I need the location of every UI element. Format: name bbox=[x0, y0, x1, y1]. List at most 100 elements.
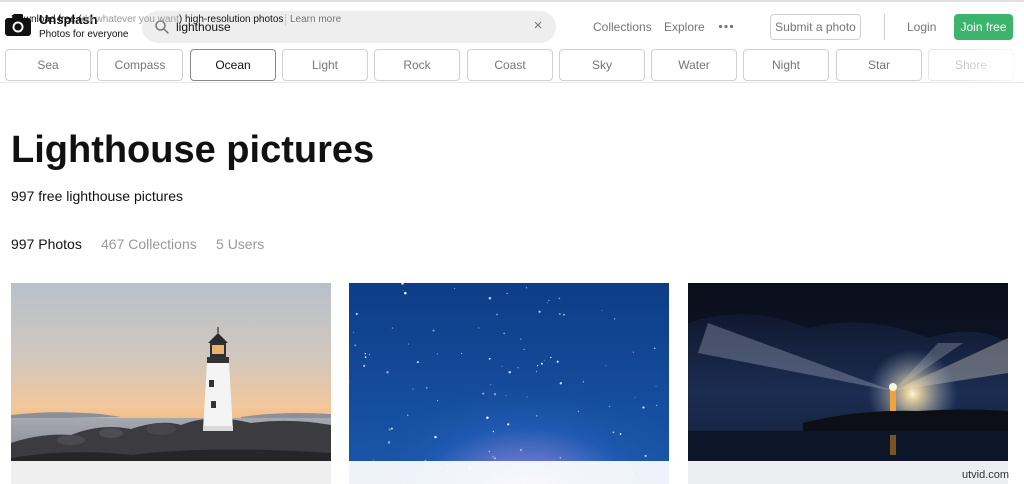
star-dot bbox=[563, 313, 565, 316]
tab-photos-count: 997 bbox=[11, 236, 35, 252]
star-dot bbox=[436, 353, 439, 355]
star-dot bbox=[634, 396, 636, 398]
star-dot bbox=[613, 318, 616, 320]
tag-sea[interactable]: Sea bbox=[5, 49, 91, 81]
tag-compass[interactable]: Compass bbox=[97, 49, 183, 81]
tag-coast[interactable]: Coast bbox=[467, 49, 553, 81]
tab-collections[interactable]: 467 Collections bbox=[101, 235, 197, 253]
star-dot bbox=[559, 382, 563, 385]
brand-tagline: Photos for everyone bbox=[39, 29, 129, 40]
star-dot bbox=[507, 423, 510, 426]
banner-text: Download free (do whatever you want) hig… bbox=[11, 14, 283, 26]
star-dot bbox=[543, 359, 545, 361]
tag-sky[interactable]: Sky bbox=[559, 49, 645, 81]
star-dot bbox=[388, 428, 391, 431]
tags-fade-overlay bbox=[964, 49, 1024, 82]
star-dot bbox=[612, 431, 615, 434]
star-dot bbox=[482, 392, 485, 395]
star-dot bbox=[494, 457, 496, 460]
star-dot bbox=[577, 410, 580, 413]
star-dot bbox=[368, 353, 371, 356]
photo-card-sunset-lighthouse[interactable] bbox=[11, 283, 331, 484]
star-dot bbox=[407, 414, 409, 416]
banner-text-start: Download free ( bbox=[11, 14, 82, 25]
tag-night[interactable]: Night bbox=[743, 49, 829, 81]
star-dot bbox=[391, 327, 394, 329]
star-dot bbox=[520, 338, 522, 340]
tag-rock[interactable]: Rock bbox=[374, 49, 460, 81]
join-free-button[interactable]: Join free bbox=[954, 14, 1013, 40]
banner-text-end: ) high-resolution photos bbox=[178, 14, 284, 25]
star-dot bbox=[523, 348, 525, 350]
banner-text-paren: do whatever you want bbox=[81, 14, 179, 25]
tag-ocean[interactable]: Ocean bbox=[190, 49, 276, 81]
download-banner bbox=[0, 461, 1024, 484]
sunset-lighthouse-image bbox=[11, 283, 331, 484]
star-dot bbox=[354, 344, 357, 347]
star-dot bbox=[550, 356, 552, 359]
clear-search-icon[interactable]: × bbox=[530, 18, 546, 36]
unsplash-search-page: Unsplash Photos for everyone × Collectio… bbox=[0, 0, 1024, 484]
star-dot bbox=[436, 400, 438, 402]
star-dot bbox=[540, 362, 543, 365]
photo-card-starry-sky[interactable] bbox=[349, 283, 669, 484]
star-dot bbox=[488, 450, 491, 453]
star-dot bbox=[508, 371, 511, 374]
nav-divider bbox=[884, 14, 885, 40]
star-dot bbox=[364, 352, 367, 355]
star-dot bbox=[434, 435, 437, 439]
star-dot bbox=[390, 427, 393, 430]
star-dot bbox=[503, 332, 505, 335]
star-dot bbox=[656, 404, 658, 407]
tag-light[interactable]: Light bbox=[282, 49, 368, 81]
star-dot bbox=[490, 384, 492, 386]
tag-water[interactable]: Water bbox=[651, 49, 737, 81]
page-title: Lighthouse pictures bbox=[11, 129, 375, 171]
star-dot bbox=[505, 395, 507, 397]
star-dot bbox=[386, 371, 389, 374]
star-dot bbox=[488, 357, 491, 360]
star-dot bbox=[525, 287, 528, 289]
login-link[interactable]: Login bbox=[907, 19, 936, 35]
photo-card-night-lighthouse[interactable] bbox=[688, 283, 1008, 484]
star-dot bbox=[492, 430, 495, 433]
nav-collections-link[interactable]: Collections bbox=[593, 19, 652, 35]
star-dot bbox=[402, 290, 404, 291]
star-dot bbox=[461, 352, 462, 354]
watermark-text: utvid.com bbox=[962, 469, 1010, 481]
star-dot bbox=[364, 356, 367, 359]
star-dot bbox=[493, 392, 497, 396]
star-dot bbox=[535, 414, 538, 417]
tab-photos-label: Photos bbox=[38, 236, 82, 252]
star-dot bbox=[547, 299, 550, 302]
star-dot bbox=[519, 448, 523, 452]
star-dot bbox=[506, 292, 508, 295]
star-dot bbox=[486, 416, 489, 420]
star-dot bbox=[404, 291, 407, 295]
ellipsis-icon[interactable] bbox=[718, 24, 734, 29]
submit-photo-button[interactable]: Submit a photo bbox=[770, 14, 861, 40]
star-dot bbox=[535, 371, 537, 373]
star-dot bbox=[653, 347, 656, 350]
star-dot bbox=[632, 351, 634, 353]
tab-photos[interactable]: 997 Photos bbox=[11, 235, 82, 253]
star-dot bbox=[432, 329, 435, 332]
star-dot bbox=[363, 364, 366, 367]
star-dot bbox=[559, 457, 561, 459]
star-dot bbox=[526, 396, 528, 398]
tab-collections-label: Collections bbox=[128, 236, 197, 252]
star-dot bbox=[546, 302, 548, 304]
tab-users[interactable]: 5 Users bbox=[216, 235, 264, 253]
star-dot bbox=[387, 441, 391, 444]
tab-users-count: 5 bbox=[216, 236, 224, 252]
star-dot bbox=[416, 361, 419, 364]
star-dot bbox=[601, 309, 603, 312]
learn-more-link[interactable]: Learn more bbox=[290, 14, 341, 26]
star-dot bbox=[408, 343, 410, 345]
star-dot bbox=[582, 381, 585, 383]
tag-star[interactable]: Star bbox=[836, 49, 922, 81]
banner-separator bbox=[285, 14, 286, 26]
star-dot bbox=[655, 385, 657, 387]
nav-explore-link[interactable]: Explore bbox=[664, 19, 705, 35]
star-dot bbox=[556, 360, 559, 363]
